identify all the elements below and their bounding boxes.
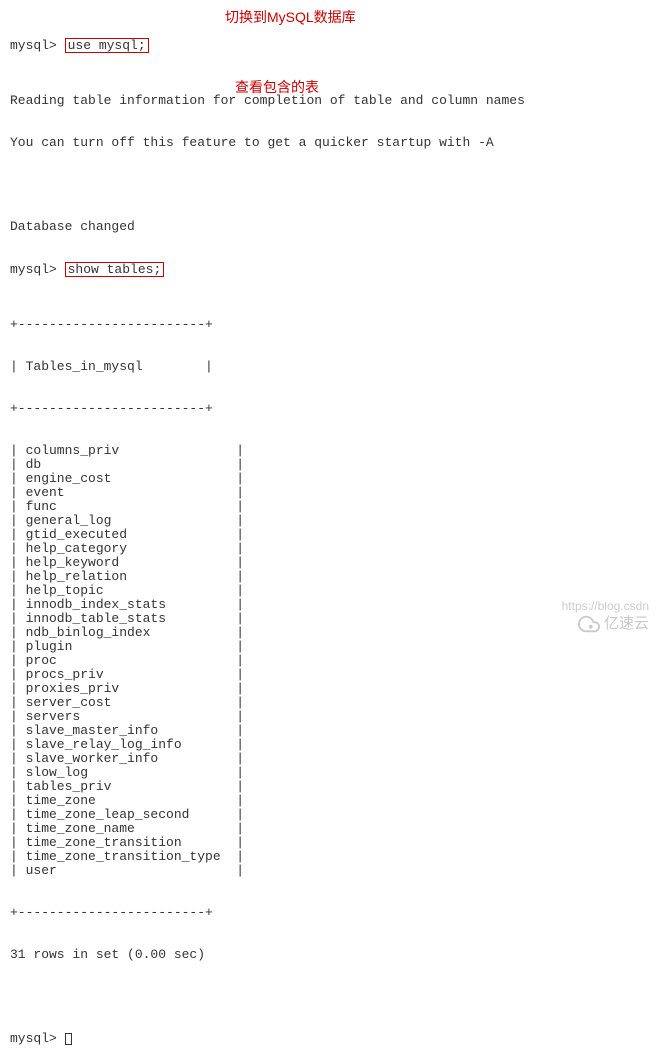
table-row: | func |: [10, 500, 647, 514]
watermark-text: 亿速云: [604, 617, 649, 631]
result-summary: 31 rows in set (0.00 sec): [10, 948, 647, 962]
table-row: | event |: [10, 486, 647, 500]
table-row: | proc |: [10, 654, 647, 668]
table-row: | proxies_priv |: [10, 682, 647, 696]
table-row: | time_zone |: [10, 794, 647, 808]
table-row: | servers |: [10, 710, 647, 724]
table-row: | gtid_executed |: [10, 528, 647, 542]
table-row: | time_zone_leap_second |: [10, 808, 647, 822]
table-row: | time_zone_transition |: [10, 836, 647, 850]
table-row: | server_cost |: [10, 696, 647, 710]
command-show-tables: show tables;: [65, 262, 165, 277]
table-row: | user |: [10, 864, 647, 878]
output-msg-1: Reading table information for completion…: [10, 94, 647, 108]
mysql-prompt: mysql>: [10, 262, 57, 277]
output-msg-3: Database changed: [10, 220, 647, 234]
annotation-switch-db: 切换到MySQL数据库: [225, 10, 356, 24]
table-rows-container: | columns_priv || db || engine_cost || e…: [10, 444, 647, 878]
mysql-prompt: mysql>: [10, 1031, 57, 1046]
table-row: | slave_worker_info |: [10, 752, 647, 766]
table-row: | help_category |: [10, 542, 647, 556]
table-row: | time_zone_name |: [10, 822, 647, 836]
cloud-icon: [578, 613, 600, 635]
table-row: | slave_relay_log_info |: [10, 738, 647, 752]
command-use-mysql: use mysql;: [65, 38, 149, 53]
table-row: | slow_log |: [10, 766, 647, 780]
table-row: | procs_priv |: [10, 668, 647, 682]
table-row: | help_keyword |: [10, 556, 647, 570]
table-row: | innodb_table_stats |: [10, 612, 647, 626]
table-row: | tables_priv |: [10, 780, 647, 794]
table-row: | general_log |: [10, 514, 647, 528]
table-border-bot: +------------------------+: [10, 906, 647, 920]
table-header: | Tables_in_mysql |: [10, 360, 647, 374]
cursor-icon[interactable]: [65, 1033, 72, 1045]
mysql-prompt: mysql>: [10, 38, 57, 53]
table-row: | slave_master_info |: [10, 724, 647, 738]
watermark-url: https://blog.csdn: [562, 599, 649, 613]
output-msg-2: You can turn off this feature to get a q…: [10, 136, 647, 150]
annotation-show-tables: 查看包含的表: [235, 80, 319, 94]
table-row: | columns_priv |: [10, 444, 647, 458]
terminal-output: mysql> use mysql; 切换到MySQL数据库 Reading ta…: [10, 10, 647, 1060]
table-border-top: +------------------------+: [10, 318, 647, 332]
table-row: | help_relation |: [10, 570, 647, 584]
table-row: | ndb_binlog_index |: [10, 626, 647, 640]
table-row: | plugin |: [10, 640, 647, 654]
table-row: | db |: [10, 458, 647, 472]
table-border-mid: +------------------------+: [10, 402, 647, 416]
table-row: | engine_cost |: [10, 472, 647, 486]
table-row: | innodb_index_stats |: [10, 598, 647, 612]
table-row: | time_zone_transition_type |: [10, 850, 647, 864]
table-row: | help_topic |: [10, 584, 647, 598]
watermark-logo: 亿速云: [578, 613, 649, 635]
